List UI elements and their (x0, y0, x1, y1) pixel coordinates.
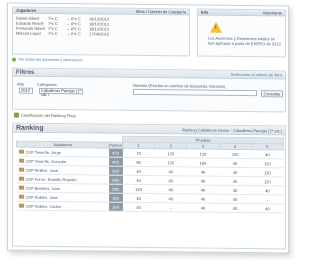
player-change-date: 17/09/2012 (89, 31, 110, 37)
test-score-cell: - (251, 194, 284, 204)
player-icon (18, 168, 24, 173)
name-search-input[interactable] (133, 88, 257, 97)
ranking-table-body: CEP Tenerife, Jorge 470 70 120 120 120 40 CEP T… (16, 147, 284, 213)
category-select[interactable]: Caballeros Parejas (1ª cat.) (39, 87, 83, 97)
classification-label: Clasificación del Ranking Final (21, 112, 76, 119)
warning-box: Los Ascensos y Descensos totales se han … (198, 16, 285, 51)
test-score-cell: 120 (154, 157, 187, 167)
name-label: Nombre (Escribe un nombre de búsqueda re… (133, 82, 226, 89)
ranking-section: Ranking Ranking Caballeros Senior - Caba… (12, 122, 286, 250)
warning-message: Los Ascensos y Descensos totales se han … (208, 35, 281, 47)
test-score-cell: 160 (186, 157, 220, 168)
info-panel-subtitle: Importante (262, 10, 282, 16)
player-change-from: 7ªc C (48, 30, 58, 37)
points-cell: 320 (108, 166, 123, 176)
test-score-cell: 40 (154, 193, 187, 203)
points-cell: 470 (108, 148, 123, 158)
player-name[interactable]: CEP Bolaños, Juan (26, 185, 61, 190)
players-panel-subtitle: Altas / Cambio de Categoría (135, 8, 186, 15)
test-score-cell: 40 (219, 203, 252, 213)
info-panel: Info Importante Los Ascensos y Descensos… (197, 8, 286, 58)
player-icon (18, 159, 24, 164)
players-changes-panel: Jugadores Altas / Cambio de Categoría Da… (12, 6, 190, 57)
filters-section: Filtros Seleccione el criterio de filtro… (12, 67, 286, 113)
points-cell: 160 (108, 202, 123, 212)
test-score-cell: 40 (186, 166, 220, 177)
player-icon (18, 204, 24, 209)
player-name[interactable]: CEP Pinillos, Jose (26, 167, 59, 172)
player-name[interactable]: CEP Tenerife, Jorge (26, 149, 62, 154)
player-change-to: 6ªc C (71, 31, 81, 37)
table-row[interactable]: CEP Robles, Carlos 160 40-40 40 40 (16, 201, 284, 213)
filters-title: Filtros (16, 69, 35, 76)
year-select[interactable]: 2012 (19, 87, 33, 94)
player-change-name: Marcos López (16, 30, 42, 36)
ranking-title: Ranking (16, 124, 44, 132)
view-all-link[interactable]: Ver todos los ascensos y descensos (12, 56, 83, 63)
test-score-cell: 120 (251, 176, 284, 186)
ranking-header: Ranking Ranking Caballeros Senior - Caba… (13, 123, 285, 136)
year-label: Año (17, 81, 25, 87)
test-score-cell: 70 (122, 148, 155, 158)
ranking-subtitle: Ranking Caballeros Senior - Caballeros P… (182, 126, 282, 133)
test-score-cell: 40 (122, 166, 155, 176)
player-name[interactable]: CEP Tenerife, Gonzalo (26, 158, 67, 163)
info-panel-title: Info (201, 9, 209, 15)
test-score-cell: 40 (219, 176, 252, 186)
test-score-cell: 40 (122, 202, 155, 212)
player-icon (18, 150, 24, 155)
points-cell: 160 (108, 193, 123, 203)
test-score-cell: 40 (251, 185, 284, 195)
points-cell: 400 (108, 157, 123, 167)
test-score-cell: - (154, 202, 187, 212)
player-name[interactable]: CEP Ferrer, Rodolfo Repetto (26, 176, 77, 182)
test-score-cell: 120 (122, 184, 155, 194)
test-score-cell: 120 (154, 148, 187, 158)
column-header[interactable]: Puntos (108, 142, 123, 149)
points-cell: 280 (108, 175, 123, 185)
test-score-cell: 40 (219, 158, 252, 168)
bullet-icon (12, 57, 16, 62)
test-score-cell: 40 (219, 194, 252, 204)
ranking-table: Pruebas Jugadores Puntos 1 2 3 4 5 CEP Tenerif… (16, 135, 284, 214)
test-score-cell: 40 (186, 175, 220, 186)
player-name[interactable]: CEP Robles, Jose (26, 194, 58, 199)
players-list: Daniel Gibert 7ªc C → 6ªc C 18/12/2012 Eduard… (13, 14, 189, 40)
filters-header: Filtros Seleccione el criterio de filtro (13, 68, 285, 80)
player-icon (18, 177, 24, 182)
player-name[interactable]: CEP Robles, Carlos (26, 203, 62, 208)
points-cell: 280 (108, 184, 123, 194)
ranking-classification-link[interactable]: Clasificación del Ranking Final (14, 112, 76, 119)
player-name-cell: CEP Robles, Carlos (16, 201, 109, 212)
test-score-cell: 40 (154, 166, 187, 176)
player-change-row: Marcos López 7ªc C → 6ªc C 17/09/2012 (16, 31, 186, 38)
warning-icon (210, 21, 222, 33)
players-panel-title: Jugadores (16, 7, 37, 13)
test-score-cell: 40 (186, 202, 220, 213)
search-button[interactable]: Consultar (261, 90, 283, 98)
test-score-cell: 40 (219, 167, 252, 177)
test-score-cell: 40 (154, 184, 187, 194)
test-score-cell: 40 (251, 149, 284, 159)
test-score-cell: 40 (186, 193, 220, 204)
test-score-cell: 40 (219, 185, 252, 195)
test-score-cell: 90 (122, 157, 155, 167)
test-score-cell: 40 (122, 175, 155, 185)
test-score-cell: 40 (251, 203, 284, 213)
test-score-cell: 120 (219, 149, 252, 159)
view-all-label: Ver todos los ascensos y descensos (18, 56, 83, 63)
app-window: Jugadores Altas / Cambio de Categoría Da… (7, 2, 289, 254)
test-score-cell: 120 (251, 158, 284, 168)
test-score-cell: 40 (154, 175, 187, 185)
classification-icon (14, 112, 19, 118)
test-score-cell: 40 (186, 184, 220, 195)
test-score-cell: 120 (186, 148, 220, 159)
test-score-cell: 120 (251, 167, 284, 177)
player-icon (18, 186, 24, 191)
player-icon (18, 195, 24, 200)
category-label: Categorías (37, 81, 57, 88)
filters-hint-link[interactable]: Seleccione el criterio de filtro (231, 71, 282, 79)
test-score-cell: 40 (122, 193, 155, 203)
